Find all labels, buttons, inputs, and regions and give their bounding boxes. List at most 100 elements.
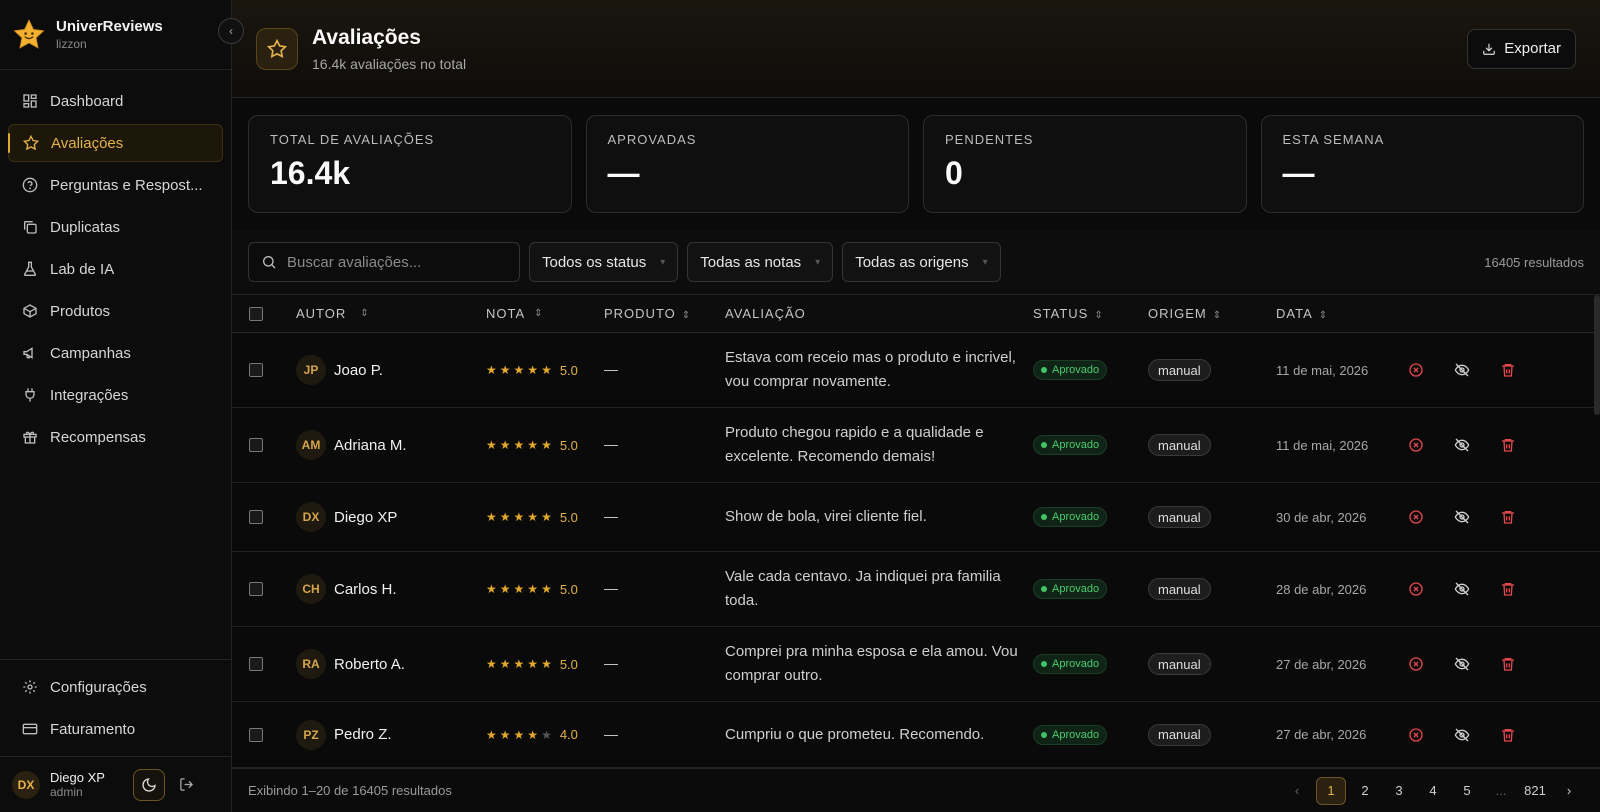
export-button[interactable]: Exportar <box>1467 28 1576 69</box>
sidebar-item-perguntas[interactable]: Perguntas e Respost... <box>8 166 223 204</box>
sidebar-item-faturamento[interactable]: Faturamento <box>8 710 223 748</box>
trash-icon <box>1502 364 1514 377</box>
reject-button[interactable] <box>1406 725 1426 745</box>
hide-button[interactable] <box>1452 435 1472 455</box>
search-input[interactable]: Buscar avaliações... <box>248 242 520 282</box>
page-button[interactable]: 3 <box>1384 777 1414 805</box>
page-button[interactable]: 821 <box>1520 777 1550 805</box>
star-icon: ★ <box>486 727 497 742</box>
pagination-ellipsis: ... <box>1495 783 1507 798</box>
row-checkbox[interactable] <box>249 582 263 596</box>
column-header-origem[interactable]: ORIGEM ⇕ <box>1148 306 1276 321</box>
sidebar-item-recompensas[interactable]: Recompensas <box>8 418 223 456</box>
column-header-data[interactable]: DATA ⇕ <box>1276 306 1406 321</box>
page-button[interactable]: 5 <box>1452 777 1482 805</box>
table-row[interactable]: PZ Pedro Z. ★ ★ ★ ★ ★ 4.0 — Cumpriu o que pro… <box>232 702 1600 768</box>
star-icon: ★ <box>527 582 539 596</box>
delete-button[interactable] <box>1498 725 1518 745</box>
star-icon: ★ <box>486 363 497 377</box>
logout-icon <box>180 778 194 791</box>
hide-button[interactable] <box>1452 507 1472 527</box>
delete-button[interactable] <box>1498 579 1518 599</box>
trash-icon <box>1502 439 1514 452</box>
sidebar-item-configuracoes[interactable]: Configurações <box>8 668 223 706</box>
page-button[interactable]: 4 <box>1418 777 1448 805</box>
review-date: 30 de abr, 2026 <box>1276 509 1367 525</box>
main-content: Avaliações 16.4k avaliações no total Exp… <box>232 0 1600 812</box>
select-all-checkbox[interactable] <box>249 306 263 321</box>
reject-button[interactable] <box>1406 507 1426 527</box>
status-badge: Aprovado <box>1033 579 1108 599</box>
table-scrollbar[interactable] <box>1594 295 1600 415</box>
star-icon: ★ <box>541 727 552 742</box>
collapse-sidebar-button[interactable]: ‹ <box>218 18 244 44</box>
sidebar-item-produtos[interactable]: Produtos <box>8 292 223 330</box>
row-checkbox[interactable] <box>249 363 263 377</box>
gift-icon <box>23 431 37 444</box>
row-checkbox[interactable] <box>249 510 263 524</box>
delete-button[interactable] <box>1498 654 1518 674</box>
results-count: 16405 resultados <box>1484 254 1584 270</box>
status-label: Aprovado <box>1052 728 1100 741</box>
sidebar-item-lab-ia[interactable]: Lab de IA <box>8 250 223 288</box>
column-header-produto[interactable]: PRODUTO ⇕ <box>604 306 725 321</box>
reject-button[interactable] <box>1406 579 1426 599</box>
next-page-button[interactable]: › <box>1554 777 1584 805</box>
star-icon: ★ <box>499 438 511 452</box>
hide-button[interactable] <box>1452 725 1472 745</box>
rating-filter-select[interactable]: Todas as notas ▾ <box>687 242 834 282</box>
row-checkbox[interactable] <box>249 727 263 742</box>
stat-value: — <box>607 155 640 191</box>
hide-button[interactable] <box>1452 360 1472 380</box>
plug-icon <box>25 388 35 402</box>
table-row[interactable]: RA Roberto A. ★ ★ ★ ★ ★ 5.0 — Comprei pra min… <box>232 627 1600 702</box>
sidebar-item-duplicatas[interactable]: Duplicatas <box>8 208 223 246</box>
origin-badge: manual <box>1148 578 1211 600</box>
delete-button[interactable] <box>1498 507 1518 527</box>
column-header-status[interactable]: STATUS ⇕ <box>1033 306 1148 321</box>
hide-button[interactable] <box>1452 579 1472 599</box>
sidebar-item-campanhas[interactable]: Campanhas <box>8 334 223 372</box>
status-dot <box>1041 731 1047 738</box>
status-badge: Aprovado <box>1033 435 1108 455</box>
row-checkbox[interactable] <box>249 657 263 671</box>
reject-button[interactable] <box>1406 435 1426 455</box>
author-avatar: DX <box>296 502 326 532</box>
user-avatar[interactable]: DX <box>12 770 40 799</box>
table-row[interactable]: CH Carlos H. ★ ★ ★ ★ ★ 5.0 — Vale cada centav… <box>232 552 1600 627</box>
sidebar-item-avaliacoes[interactable]: Avaliações <box>8 124 223 162</box>
origin-filter-select[interactable]: Todas as origens ▾ <box>842 242 1001 282</box>
logout-button[interactable] <box>175 773 199 797</box>
row-checkbox[interactable] <box>249 438 263 452</box>
page-button[interactable]: 2 <box>1350 777 1380 805</box>
delete-button[interactable] <box>1498 435 1518 455</box>
review-text: Cumpriu o que prometeu. Recomendo. <box>725 725 985 743</box>
theme-toggle-button[interactable] <box>132 768 165 801</box>
table-row[interactable]: DX Diego XP ★ ★ ★ ★ ★ 5.0 — Show de bola, vir… <box>232 483 1600 552</box>
eye-off-icon <box>1454 657 1470 671</box>
stat-card-aprovadas: APROVADAS — <box>585 115 909 213</box>
status-filter-select[interactable]: Todos os status ▾ <box>529 242 679 282</box>
star-icon: ★ <box>541 363 552 377</box>
column-label: STATUS <box>1033 306 1089 321</box>
reject-button[interactable] <box>1406 360 1426 380</box>
sidebar-item-dashboard[interactable]: Dashboard <box>8 82 223 120</box>
star-icon: ★ <box>513 438 525 452</box>
page-button[interactable]: 1 <box>1316 776 1346 805</box>
column-header-autor[interactable]: AUTOR ⇕ <box>296 306 486 321</box>
column-header-nota[interactable]: NOTA ⇕ <box>486 306 604 321</box>
sort-icon: ⇕ <box>1212 310 1223 321</box>
prev-page-button[interactable]: ‹ <box>1282 777 1312 805</box>
star-icon: ★ <box>527 363 539 377</box>
sidebar-item-integracoes[interactable]: Integrações <box>8 376 223 414</box>
table-row[interactable]: AM Adriana M. ★ ★ ★ ★ ★ 5.0 — Produto chegou … <box>232 408 1600 483</box>
hide-button[interactable] <box>1452 654 1472 674</box>
status-label: Aprovado <box>1052 511 1100 523</box>
rating-value: 5.0 <box>559 656 578 672</box>
table-footer: Exibindo 1–20 de 16405 resultados ‹ 1 2 3 4 5… <box>232 768 1600 812</box>
delete-button[interactable] <box>1498 360 1518 380</box>
status-label: Aprovado <box>1052 364 1100 376</box>
star-icon: ★ <box>499 727 511 742</box>
reject-button[interactable] <box>1406 654 1426 674</box>
table-row[interactable]: JP Joao P. ★ ★ ★ ★ ★ 5.0 — Estava com receio … <box>232 333 1600 408</box>
